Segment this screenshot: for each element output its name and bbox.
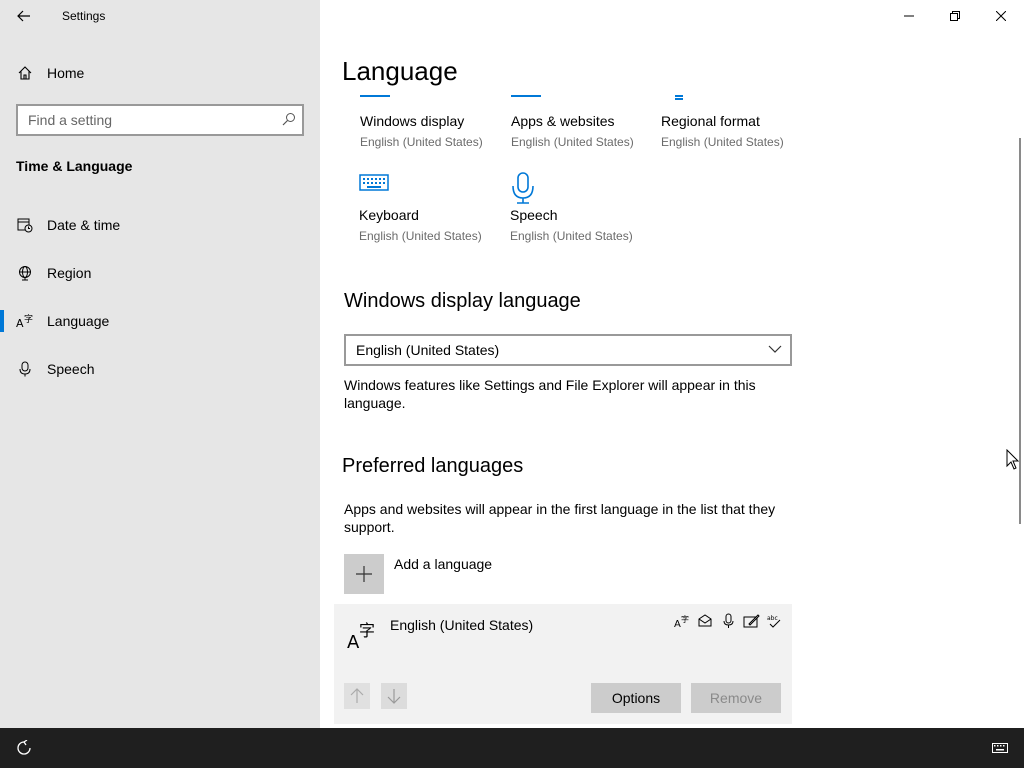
svg-text:abc: abc bbox=[767, 615, 778, 622]
back-button[interactable] bbox=[10, 4, 38, 28]
tile-subtitle: English (United States) bbox=[511, 135, 634, 149]
tile-speech[interactable]: Speech English (United States) bbox=[510, 172, 650, 254]
language-glyph-icon: A 字 bbox=[347, 621, 375, 652]
tile-windows-display[interactable]: Windows display English (United States) bbox=[360, 113, 500, 149]
tile-subtitle: English (United States) bbox=[661, 135, 784, 149]
spell-check-feature-icon: abc bbox=[767, 615, 781, 628]
add-language-button[interactable]: Add a language bbox=[344, 554, 544, 594]
restore-button[interactable] bbox=[932, 0, 978, 32]
restore-icon bbox=[950, 11, 960, 21]
sidebar-item-language[interactable]: A字 Language bbox=[0, 301, 320, 341]
close-button[interactable] bbox=[978, 0, 1024, 32]
move-up-button[interactable] bbox=[344, 683, 370, 709]
window-title: Settings bbox=[62, 9, 106, 23]
power-refresh-icon bbox=[17, 740, 31, 755]
arrow-down-icon bbox=[387, 689, 401, 704]
tile-keyboard[interactable]: Keyboard English (United States) bbox=[359, 172, 499, 254]
minimize-button[interactable] bbox=[886, 0, 932, 32]
display-language-feature-icon: A字 bbox=[674, 614, 689, 629]
preferred-languages-description: Apps and websites will appear in the fir… bbox=[344, 501, 776, 535]
add-language-plus-box bbox=[344, 554, 384, 594]
globe-icon bbox=[16, 264, 34, 282]
tile-title: Keyboard bbox=[359, 207, 419, 223]
regional-format-tile-icon bbox=[675, 95, 683, 100]
keyboard-tray-button[interactable] bbox=[986, 736, 1014, 760]
search-input[interactable]: Find a setting bbox=[16, 104, 304, 136]
preferred-languages-heading: Preferred languages bbox=[342, 455, 524, 477]
sidebar-section-title: Time & Language bbox=[16, 158, 133, 174]
chevron-down-icon bbox=[768, 342, 782, 361]
language-icon: A字 bbox=[16, 312, 34, 330]
sidebar-item-label: Speech bbox=[47, 361, 95, 377]
keyboard-icon bbox=[359, 174, 389, 191]
tile-title: Regional format bbox=[661, 113, 760, 129]
remove-button[interactable]: Remove bbox=[691, 683, 781, 713]
sidebar-item-label: Date & time bbox=[47, 217, 121, 233]
move-down-button[interactable] bbox=[381, 683, 407, 709]
page-title: Language bbox=[342, 56, 458, 86]
svg-text:字: 字 bbox=[681, 614, 689, 624]
windows-display-tile-icon bbox=[360, 95, 390, 97]
tile-subtitle: English (United States) bbox=[510, 229, 633, 243]
tile-title: Speech bbox=[510, 207, 558, 223]
search-icon bbox=[282, 112, 296, 131]
sidebar-item-speech[interactable]: Speech bbox=[0, 349, 320, 389]
display-language-dropdown[interactable]: English (United States) bbox=[344, 334, 792, 366]
svg-text:A: A bbox=[16, 317, 24, 329]
tile-title: Windows display bbox=[360, 113, 465, 129]
add-language-label: Add a language bbox=[394, 556, 493, 572]
arrow-up-icon bbox=[350, 688, 364, 703]
sidebar-item-label: Language bbox=[47, 313, 110, 329]
dropdown-value: English (United States) bbox=[356, 342, 500, 358]
options-button[interactable]: Options bbox=[591, 683, 681, 713]
home-icon bbox=[16, 64, 34, 82]
mouse-pointer-icon bbox=[1006, 449, 1020, 470]
sidebar-item-label: Region bbox=[47, 265, 92, 281]
speech-recognition-feature-icon bbox=[723, 613, 734, 628]
sidebar-item-date-time[interactable]: Date & time bbox=[0, 205, 320, 245]
display-language-description: Windows features like Settings and File … bbox=[344, 377, 756, 411]
sidebar-item-label: Home bbox=[47, 65, 85, 81]
language-name: English (United States) bbox=[390, 617, 534, 633]
tile-subtitle: English (United States) bbox=[359, 229, 482, 243]
svg-text:字: 字 bbox=[24, 313, 33, 325]
language-list-item[interactable]: A 字 English (United States) A字 abc Optio… bbox=[334, 604, 792, 724]
minimize-icon bbox=[904, 15, 914, 17]
sidebar: Settings Home Find a setting Time & Lang… bbox=[0, 0, 320, 728]
ease-of-access-button[interactable] bbox=[10, 736, 38, 760]
tile-apps-websites[interactable]: Apps & websites English (United States) bbox=[511, 113, 651, 149]
plus-icon bbox=[356, 566, 372, 582]
microphone-icon bbox=[16, 360, 34, 378]
back-arrow-icon bbox=[17, 10, 30, 22]
tile-title: Apps & websites bbox=[511, 113, 615, 129]
text-to-speech-feature-icon bbox=[698, 614, 712, 627]
main-pane: Language Windows display English (United… bbox=[320, 0, 1024, 728]
language-feature-icons: A字 abc bbox=[674, 613, 783, 629]
apps-websites-tile-icon bbox=[511, 95, 541, 97]
tile-regional-format[interactable]: Regional format English (United States) bbox=[661, 113, 801, 149]
taskbar bbox=[0, 728, 1024, 768]
tile-subtitle: English (United States) bbox=[360, 135, 483, 149]
sidebar-item-region[interactable]: Region bbox=[0, 253, 320, 293]
svg-text:字: 字 bbox=[359, 621, 375, 640]
close-icon bbox=[996, 11, 1006, 21]
display-language-heading: Windows display language bbox=[344, 290, 581, 312]
microphone-icon bbox=[512, 172, 534, 204]
calendar-clock-icon bbox=[16, 216, 34, 234]
svg-text:A: A bbox=[674, 619, 681, 629]
search-placeholder: Find a setting bbox=[28, 112, 113, 128]
sidebar-item-home[interactable]: Home bbox=[0, 53, 320, 93]
keyboard-icon bbox=[992, 743, 1008, 753]
handwriting-feature-icon bbox=[743, 614, 760, 628]
